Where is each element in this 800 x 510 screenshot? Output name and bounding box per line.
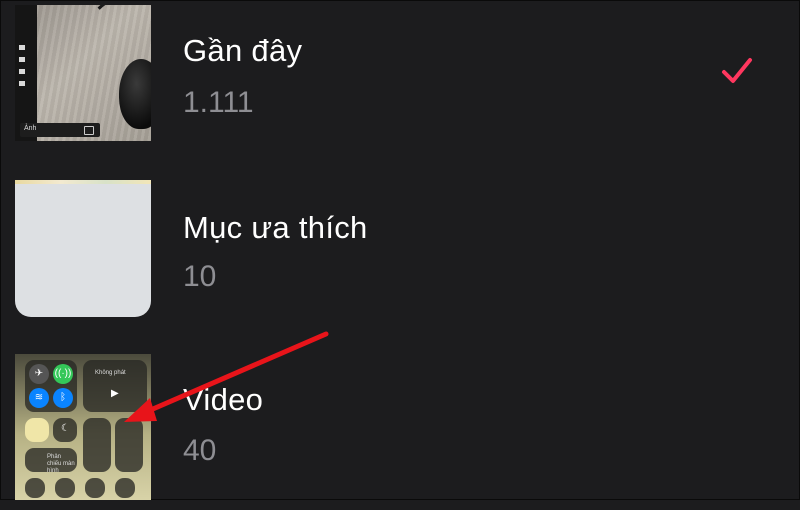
red-arrow-annotation	[124, 331, 329, 422]
